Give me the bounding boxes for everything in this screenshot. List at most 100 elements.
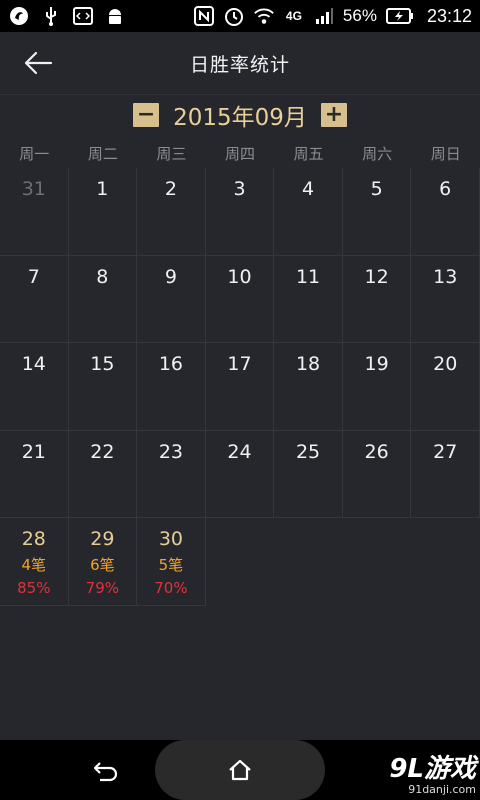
day-number: 24 — [227, 440, 252, 463]
weekday-label: 周一 — [19, 144, 50, 163]
page-title: 日胜率统计 — [189, 53, 290, 76]
trade-count: 6笔 — [90, 556, 115, 574]
calendar-day-cell[interactable]: 15 — [68, 343, 138, 431]
day-number: 19 — [364, 353, 389, 375]
calendar-day-cell[interactable]: 14 — [0, 343, 69, 431]
app-bar: 日胜率统计 — [0, 32, 480, 94]
day-number: 3 — [233, 178, 246, 200]
calendar-day-cell[interactable]: 18 — [274, 343, 343, 431]
day-number: 31 — [21, 178, 46, 200]
calendar-day-cell[interactable]: 20 — [411, 343, 480, 431]
calendar-day-cell[interactable]: 25 — [274, 430, 343, 518]
day-number: 20 — [433, 353, 458, 375]
day-number: 5 — [370, 178, 383, 200]
alarm-icon — [223, 5, 245, 27]
win-rate: 79% — [85, 579, 120, 597]
calendar-day-cell[interactable]: 16 — [137, 343, 206, 431]
day-number: 18 — [295, 353, 321, 375]
calendar-day-cell[interactable]: 1 — [68, 168, 138, 256]
calendar-day-cell[interactable]: 8 — [68, 255, 138, 343]
network-type-icon: 4G — [285, 9, 302, 23]
calendar-day-cell[interactable]: 13 — [411, 255, 480, 343]
status-clock: 23:12 — [426, 5, 472, 26]
day-number: 16 — [158, 353, 184, 375]
day-number: 27 — [433, 440, 458, 463]
day-number: 15 — [90, 353, 115, 375]
calendar-day-cell[interactable]: 2 — [137, 168, 206, 256]
calendar-day-cell[interactable]: 31 — [0, 168, 69, 256]
day-number: 1 — [96, 178, 109, 200]
day-number: 13 — [433, 265, 458, 288]
calendar-day-cell[interactable]: 30 5笔 70% — [137, 518, 206, 606]
day-number: 28 — [21, 528, 46, 550]
calendar-day-cell[interactable]: 19 — [342, 343, 412, 431]
prev-month-button[interactable]: − — [133, 103, 160, 127]
day-number: 6 — [439, 178, 452, 200]
month-selector: − 2015年09月 + — [0, 96, 480, 134]
day-number: 17 — [227, 353, 252, 375]
header-divider — [0, 94, 480, 95]
calendar-day-cell[interactable]: 24 — [205, 430, 275, 518]
calendar-day-cell[interactable]: 28 4笔 85% — [0, 518, 69, 606]
calendar-day-cell[interactable]: 4 — [274, 168, 343, 256]
battery-percentage: 56% — [342, 6, 377, 25]
status-icons-right: 4G 56% 23:12 — [193, 5, 472, 27]
watermark-logo: 9L游戏 91danji.com — [372, 748, 476, 798]
trade-count: 4笔 — [21, 556, 47, 574]
calendar-day-cell[interactable]: 23 — [137, 430, 206, 518]
win-rate: 70% — [154, 579, 188, 597]
day-number: 29 — [90, 528, 115, 550]
nav-back-button[interactable] — [84, 754, 128, 786]
calendar-day-cell[interactable]: 7 — [0, 255, 69, 343]
day-number: 22 — [90, 440, 115, 463]
month-label: 2015年09月 — [173, 105, 307, 131]
weekday-label: 周六 — [362, 144, 393, 163]
day-number: 2 — [164, 178, 177, 200]
back-arrow-icon — [24, 51, 53, 75]
back-button[interactable] — [18, 46, 58, 80]
weekday-header: 周一 周二 周三 周四 周五 周六 周日 — [0, 138, 480, 168]
day-number: 25 — [295, 440, 321, 463]
day-number: 23 — [158, 440, 184, 463]
calendar-day-cell[interactable]: 11 — [274, 255, 343, 343]
day-number: 10 — [227, 265, 252, 288]
next-month-button[interactable]: + — [320, 103, 347, 127]
android-icon — [104, 5, 126, 27]
calendar-day-cell[interactable]: 21 — [0, 430, 69, 518]
day-number: 4 — [302, 178, 315, 200]
calendar-day-cell[interactable]: 3 — [205, 168, 275, 256]
battery-charging-icon — [385, 5, 415, 27]
home-icon — [229, 759, 251, 781]
day-number: 14 — [21, 353, 46, 375]
calendar-grid: 31 1 2 3 4 5 6 7 8 9 10 11 12 13 14 15 16 17 18 19 20 21 22 23 2… — [0, 168, 480, 606]
calendar-day-cell[interactable]: 22 — [68, 430, 138, 518]
calendar-day-cell[interactable]: 9 — [137, 255, 206, 343]
day-number: 8 — [96, 265, 109, 288]
usb-icon — [40, 5, 62, 27]
calendar-day-cell[interactable]: 17 — [205, 343, 275, 431]
calendar-day-cell[interactable]: 27 — [411, 430, 480, 518]
weekday-label: 周三 — [156, 144, 187, 163]
calendar-day-cell[interactable]: 12 — [342, 255, 412, 343]
day-number: 9 — [164, 265, 177, 288]
day-number: 30 — [158, 528, 184, 550]
trade-count: 5笔 — [158, 556, 184, 574]
watermark-url: 91danji.com — [408, 783, 476, 796]
calendar-day-cell[interactable]: 5 — [342, 168, 412, 256]
nav-back-icon — [93, 762, 118, 782]
status-icons-left — [8, 5, 126, 27]
day-number: 21 — [21, 440, 46, 463]
developer-icon — [72, 5, 94, 27]
weekday-label: 周五 — [293, 144, 324, 163]
calendar-day-cell[interactable]: 10 — [205, 255, 275, 343]
calendar-day-cell[interactable]: 29 6笔 79% — [68, 518, 138, 606]
nfc-icon — [193, 5, 215, 27]
calendar-day-cell[interactable]: 26 — [342, 430, 412, 518]
nav-home-button[interactable] — [222, 754, 258, 786]
day-number: 12 — [364, 265, 389, 288]
status-bar: 4G 56% 23:12 — [0, 0, 480, 32]
weekday-label: 周二 — [87, 144, 118, 163]
calendar-day-cell[interactable]: 6 — [411, 168, 480, 256]
wifi-icon — [253, 5, 275, 27]
weekday-label: 周四 — [224, 144, 255, 163]
